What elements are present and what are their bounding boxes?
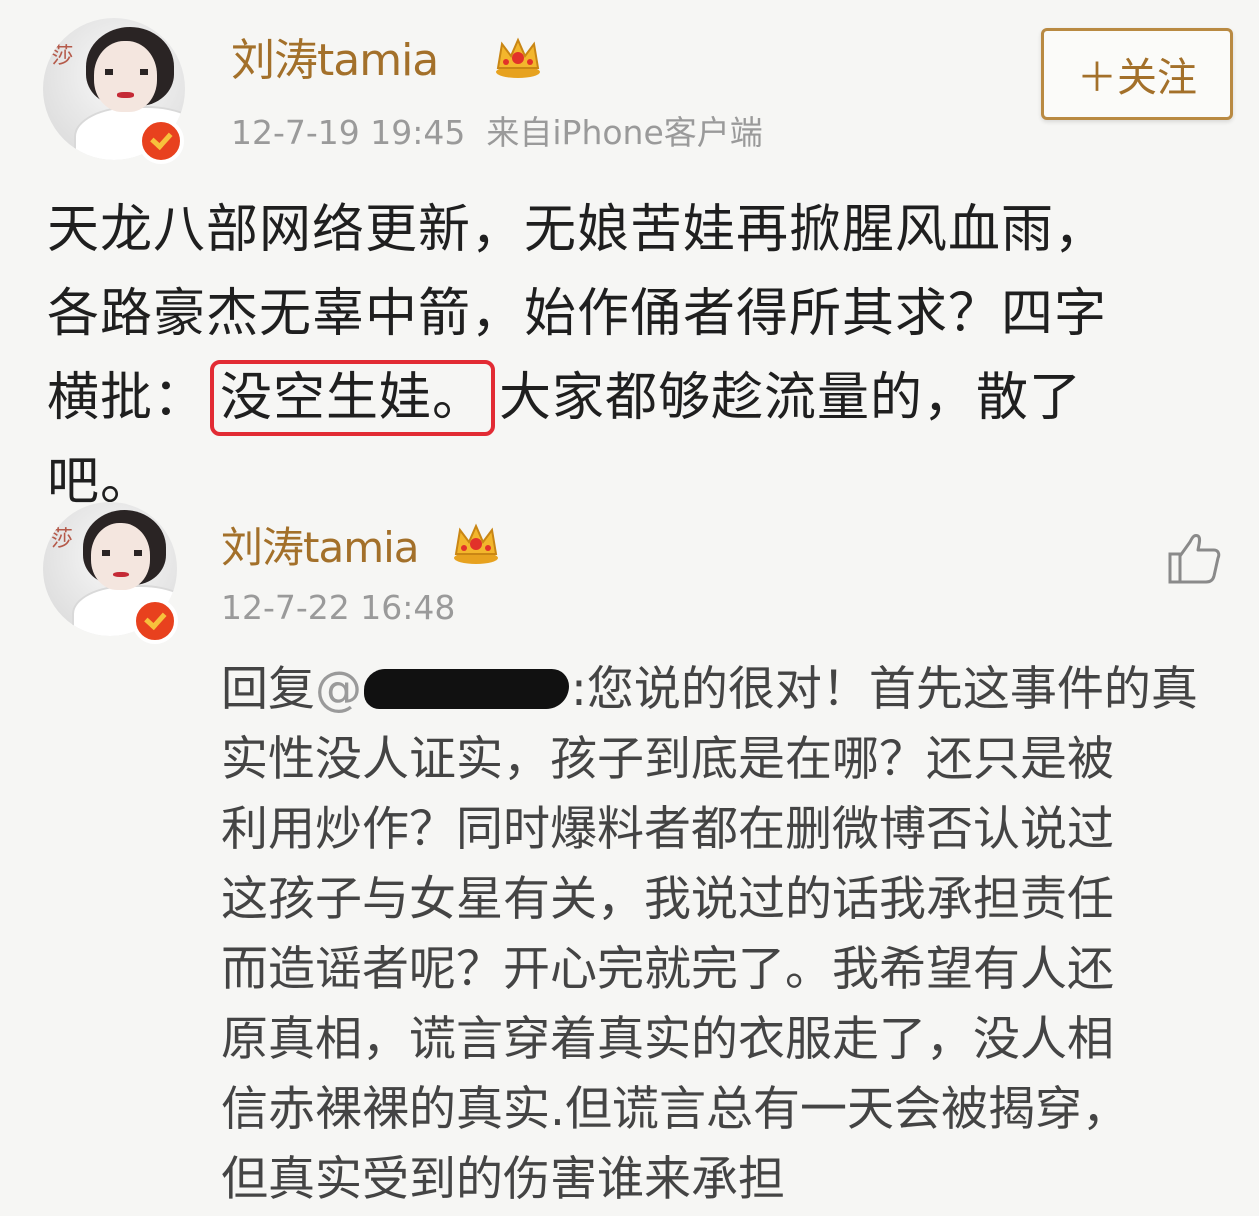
- weibo-post-screenshot: 莎 刘涛tamia 12-7-19 19:45 来自iPhone客户端 ＋关注 …: [0, 0, 1259, 1216]
- post-line-suffix: 大家都够趁流量的，散了: [499, 368, 1083, 428]
- post-username[interactable]: 刘涛tamia: [231, 24, 439, 88]
- crown-icon: [496, 37, 540, 78]
- post-source: 来自iPhone客户端: [486, 113, 763, 152]
- post-line-prefix: 横批：: [47, 368, 207, 428]
- reply-line: 利用炒作？同时爆料者都在删微博否认说过: [221, 802, 1114, 857]
- reply-first-line-rest: :您说的很对！首先这事件的真: [571, 662, 1198, 717]
- post-timestamp: 12-7-19 19:45 来自iPhone客户端: [231, 113, 763, 152]
- like-thumb-icon[interactable]: [1166, 530, 1222, 586]
- reply-line: 信赤裸裸的真实.但谎言总有一天会被揭穿，: [221, 1082, 1129, 1137]
- reply-body: 回复@ :您说的很对！首先这事件的真 实性没人证实，孩子到底是在哪？还只是被 利用…: [221, 655, 1241, 1215]
- redacted-username: [364, 668, 569, 709]
- reply-line: 这孩子与女星有关，我说过的话我承担责任: [221, 872, 1114, 927]
- highlighted-phrase: 没空生娃。: [210, 360, 496, 436]
- reply-line: 回复@ :您说的很对！首先这事件的真: [221, 655, 1241, 725]
- post-line: 吧。: [47, 452, 154, 512]
- crown-icon: [454, 523, 498, 564]
- post-body: 天龙八部网络更新，无娘苦娃再掀腥风血雨， 各路豪杰无辜中箭，始作俑者得所其求？四…: [47, 188, 1237, 524]
- reply-line: 原真相，谎言穿着真实的衣服走了，没人相: [221, 1012, 1114, 1067]
- reply-line: 而造谣者呢？开心完就完了。我希望有人还: [221, 942, 1114, 997]
- reply-line: 但真实受到的伤害谁来承担: [221, 1152, 785, 1207]
- reply-username[interactable]: 刘涛tamia: [221, 514, 420, 575]
- post-line: 天龙八部网络更新，无娘苦娃再掀腥风血雨，: [47, 200, 1108, 260]
- mention-at[interactable]: @: [315, 662, 362, 717]
- post-line: 横批： 没空生娃。 大家都够趁流量的，散了: [47, 356, 1237, 440]
- reply-prefix: 回复: [221, 662, 315, 717]
- verified-badge-icon: [138, 118, 184, 164]
- follow-button[interactable]: ＋关注: [1041, 28, 1233, 120]
- reply-timestamp: 12-7-22 16:48: [221, 588, 456, 627]
- reply-line: 实性没人证实，孩子到底是在哪？还只是被: [221, 732, 1114, 787]
- post-line: 各路豪杰无辜中箭，始作俑者得所其求？四字: [47, 284, 1108, 344]
- verified-badge-icon: [132, 598, 178, 644]
